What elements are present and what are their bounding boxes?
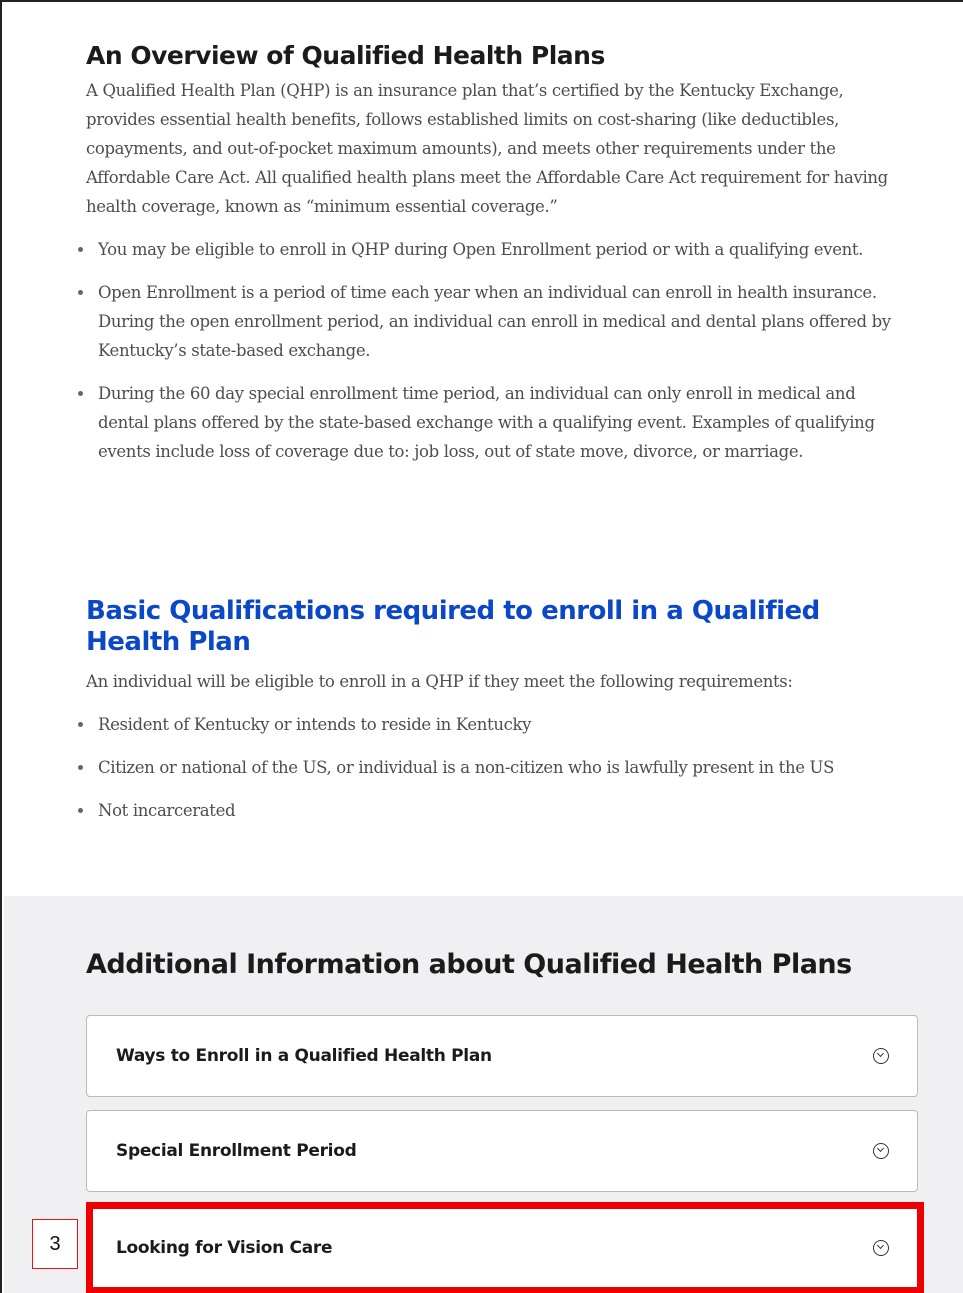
annotation-callout-number: 3	[32, 1219, 78, 1269]
bullet-text: Open Enrollment is a period of time each…	[98, 283, 891, 360]
bullet-dot-icon	[78, 290, 83, 295]
bullet-text: You may be eligible to enroll in QHP dur…	[98, 240, 864, 259]
bullet-text: Not incarcerated	[98, 801, 236, 820]
bullet-dot-icon	[78, 808, 83, 813]
bullet-dot-icon	[78, 391, 83, 396]
bullet-text: Citizen or national of the US, or indivi…	[98, 758, 835, 777]
list-item: Citizen or national of the US, or indivi…	[78, 753, 908, 782]
list-item: You may be eligible to enroll in QHP dur…	[78, 235, 908, 264]
chevron-down-circle-icon[interactable]	[873, 1240, 889, 1256]
overview-heading: An Overview of Qualified Health Plans	[86, 41, 605, 70]
accordion-looking-for-vision-care[interactable]: Looking for Vision Care	[86, 1205, 918, 1291]
overview-section: An Overview of Qualified Health Plans A …	[78, 40, 916, 480]
accordion-label: Ways to Enroll in a Qualified Health Pla…	[116, 1046, 492, 1066]
additional-info-section: Additional Information about Qualified H…	[4, 896, 963, 1293]
chevron-down-circle-icon[interactable]	[873, 1048, 889, 1064]
accordion-ways-to-enroll[interactable]: Ways to Enroll in a Qualified Health Pla…	[86, 1015, 918, 1097]
overview-paragraph: A Qualified Health Plan (QHP) is an insu…	[86, 81, 888, 216]
additional-info-heading: Additional Information about Qualified H…	[86, 949, 852, 980]
bullet-dot-icon	[78, 722, 83, 727]
list-item: During the 60 day special enrollment tim…	[78, 379, 908, 466]
accordion-label: Special Enrollment Period	[116, 1141, 357, 1161]
list-item: Not incarcerated	[78, 796, 908, 825]
bullet-dot-icon	[78, 247, 83, 252]
list-item: Open Enrollment is a period of time each…	[78, 278, 908, 365]
bullet-text: Resident of Kentucky or intends to resid…	[98, 715, 532, 734]
qualifications-section: Basic Qualifications required to enroll …	[78, 596, 916, 839]
page-frame: An Overview of Qualified Health Plans A …	[0, 0, 963, 1293]
qualifications-heading: Basic Qualifications required to enroll …	[86, 596, 820, 657]
bullet-dot-icon	[78, 765, 83, 770]
overview-bullet-list: You may be eligible to enroll in QHP dur…	[78, 235, 908, 466]
accordion-label: Looking for Vision Care	[116, 1238, 333, 1258]
qualifications-bullet-list: Resident of Kentucky or intends to resid…	[78, 710, 908, 825]
chevron-down-circle-icon[interactable]	[873, 1143, 889, 1159]
qualifications-intro: An individual will be eligible to enroll…	[86, 672, 793, 691]
accordion-special-enrollment-period[interactable]: Special Enrollment Period	[86, 1110, 918, 1192]
bullet-text: During the 60 day special enrollment tim…	[98, 384, 875, 461]
list-item: Resident of Kentucky or intends to resid…	[78, 710, 908, 739]
